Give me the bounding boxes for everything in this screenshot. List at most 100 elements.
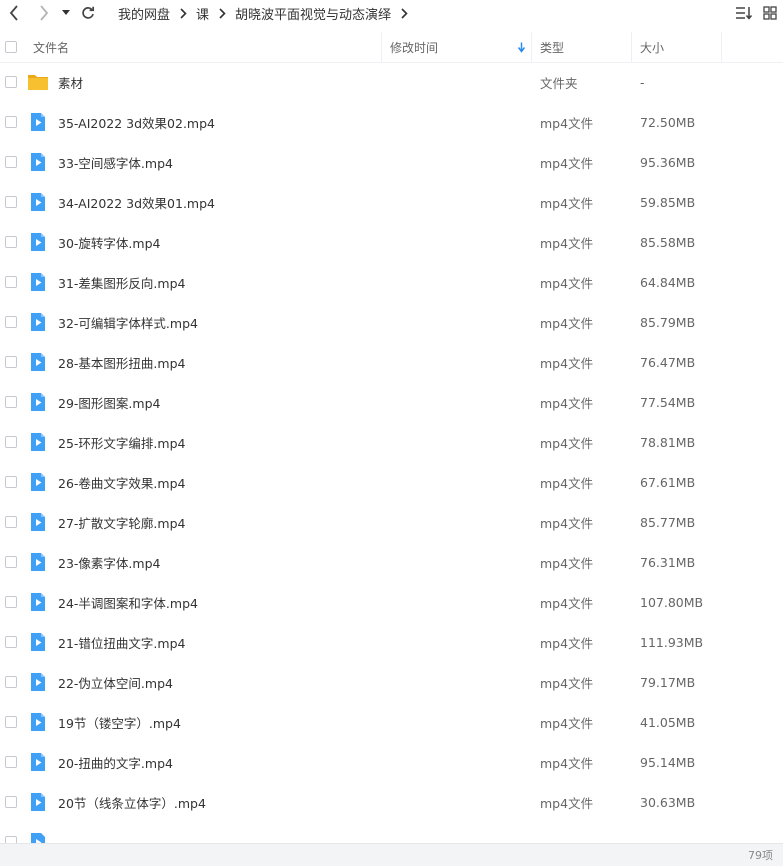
row-checkbox[interactable]	[5, 76, 17, 88]
row-checkbox[interactable]	[5, 596, 17, 608]
file-row[interactable]: 31-差集图形反向.mp4 mp4文件 64.84MB	[0, 262, 783, 302]
row-checkbox[interactable]	[5, 316, 17, 328]
file-row[interactable]: 22-伪立体空间.mp4 mp4文件 79.17MB	[0, 662, 783, 702]
toolbar: 我的网盘 课 胡晓波平面视觉与动态演绎	[0, 0, 783, 26]
file-row[interactable]: 27-扩散文字轮廓.mp4 mp4文件 85.77MB	[0, 502, 783, 542]
column-header-type[interactable]: 类型	[540, 32, 564, 62]
row-checkbox[interactable]	[5, 636, 17, 648]
file-size: 111.93MB	[640, 634, 704, 650]
chevron-right-icon	[40, 5, 49, 21]
file-name[interactable]: 31-差集图形反向.mp4	[58, 262, 185, 302]
file-type: mp4文件	[540, 275, 594, 291]
video-file-icon	[28, 112, 48, 132]
row-checkbox[interactable]	[5, 396, 17, 408]
video-file-icon	[28, 592, 48, 612]
row-checkbox[interactable]	[5, 196, 17, 208]
file-name[interactable]: 20-扭曲的文字.mp4	[58, 742, 173, 782]
file-size: 41.05MB	[640, 714, 696, 730]
video-file-icon	[28, 712, 48, 732]
select-all-checkbox[interactable]	[5, 32, 17, 62]
row-checkbox[interactable]	[5, 436, 17, 448]
breadcrumb-separator-icon	[215, 7, 229, 19]
row-checkbox[interactable]	[5, 676, 17, 688]
file-name[interactable]: 22-伪立体空间.mp4	[58, 662, 173, 702]
file-type: mp4文件	[540, 715, 594, 731]
file-type: mp4文件	[540, 635, 594, 651]
file-name[interactable]: 26-卷曲文字效果.mp4	[58, 462, 185, 502]
sort-button[interactable]	[731, 3, 757, 23]
row-checkbox[interactable]	[5, 516, 17, 528]
file-type: mp4文件	[540, 315, 594, 331]
file-name[interactable]: 30-旋转字体.mp4	[58, 222, 160, 262]
file-name[interactable]: 27-扩散文字轮廓.mp4	[58, 502, 185, 542]
file-row[interactable]: 35-AI2022 3d效果02.mp4 mp4文件 72.50MB	[0, 102, 783, 142]
file-type: mp4文件	[540, 195, 594, 211]
file-type: mp4文件	[540, 795, 594, 811]
item-count: 79项	[748, 849, 773, 862]
file-row[interactable]: 23-像素字体.mp4 mp4文件 76.31MB	[0, 542, 783, 582]
column-header-name[interactable]: 文件名	[33, 32, 69, 62]
file-name[interactable]: 25-环形文字编排.mp4	[58, 422, 185, 462]
file-name[interactable]: 35-AI2022 3d效果02.mp4	[58, 102, 215, 142]
file-list-header: 文件名 修改时间 类型 大小	[0, 32, 783, 63]
sort-desc-icon	[517, 32, 526, 62]
file-name[interactable]: 23-像素字体.mp4	[58, 542, 160, 582]
file-row[interactable]: 20节（线条立体字）.mp4 mp4文件 30.63MB	[0, 782, 783, 822]
file-name[interactable]: 19节（镂空字）.mp4	[58, 702, 181, 742]
row-checkbox[interactable]	[5, 796, 17, 808]
file-name[interactable]: 素材	[58, 62, 83, 102]
file-size: -	[640, 74, 645, 90]
row-checkbox[interactable]	[5, 756, 17, 768]
file-row[interactable]: 33-空间感字体.mp4 mp4文件 95.36MB	[0, 142, 783, 182]
file-row[interactable]: 28-基本图形扭曲.mp4 mp4文件 76.47MB	[0, 342, 783, 382]
row-checkbox[interactable]	[5, 476, 17, 488]
breadcrumb-item[interactable]: 我的网盘	[112, 4, 176, 23]
file-row[interactable]: 19节（镂空字）.mp4 mp4文件 41.05MB	[0, 702, 783, 742]
file-name[interactable]: 29-图形图案.mp4	[58, 382, 160, 422]
file-name[interactable]: 28-基本图形扭曲.mp4	[58, 342, 185, 382]
file-row[interactable]: 20-扭曲的文字.mp4 mp4文件 95.14MB	[0, 742, 783, 782]
file-row[interactable]: 21-错位扭曲文字.mp4 mp4文件 111.93MB	[0, 622, 783, 662]
row-checkbox[interactable]	[5, 276, 17, 288]
back-button[interactable]	[4, 3, 24, 23]
breadcrumb-separator-icon	[397, 7, 411, 19]
file-row[interactable]: 30-旋转字体.mp4 mp4文件 85.58MB	[0, 222, 783, 262]
breadcrumb-item[interactable]: 胡晓波平面视觉与动态演绎	[229, 4, 397, 23]
video-file-icon	[28, 432, 48, 452]
refresh-button[interactable]	[78, 3, 98, 23]
file-size: 95.14MB	[640, 754, 696, 770]
file-name[interactable]: 24-半调图案和字体.mp4	[58, 582, 198, 622]
file-name[interactable]: 34-AI2022 3d效果01.mp4	[58, 182, 215, 222]
video-file-icon	[28, 392, 48, 412]
file-row[interactable]: 26-卷曲文字效果.mp4 mp4文件 67.61MB	[0, 462, 783, 502]
file-size: 95.36MB	[640, 154, 696, 170]
file-type: mp4文件	[540, 435, 594, 451]
file-row[interactable]: 32-可编辑字体样式.mp4 mp4文件 85.79MB	[0, 302, 783, 342]
row-checkbox[interactable]	[5, 156, 17, 168]
row-checkbox[interactable]	[5, 836, 17, 843]
row-checkbox[interactable]	[5, 236, 17, 248]
file-row[interactable]: 素材 文件夹 -	[0, 62, 783, 102]
file-name[interactable]: 21-错位扭曲文字.mp4	[58, 622, 185, 662]
file-row[interactable]: 34-AI2022 3d效果01.mp4 mp4文件 59.85MB	[0, 182, 783, 222]
row-checkbox[interactable]	[5, 116, 17, 128]
row-checkbox[interactable]	[5, 556, 17, 568]
breadcrumb-item[interactable]: 课	[190, 4, 215, 23]
forward-button[interactable]	[34, 3, 54, 23]
file-name[interactable]: 20节（线条立体字）.mp4	[58, 782, 206, 822]
file-name[interactable]: 33-空间感字体.mp4	[58, 142, 173, 182]
column-header-size[interactable]: 大小	[640, 32, 664, 62]
file-size: 85.77MB	[640, 514, 696, 530]
history-dropdown-button[interactable]	[59, 3, 73, 23]
file-row[interactable]: 29-图形图案.mp4 mp4文件 77.54MB	[0, 382, 783, 422]
file-type: mp4文件	[540, 475, 594, 491]
row-checkbox[interactable]	[5, 356, 17, 368]
video-file-icon	[28, 232, 48, 252]
column-header-modified[interactable]: 修改时间	[390, 32, 438, 62]
grid-view-button[interactable]	[757, 3, 783, 23]
video-file-icon	[28, 672, 48, 692]
row-checkbox[interactable]	[5, 716, 17, 728]
file-name[interactable]: 32-可编辑字体样式.mp4	[58, 302, 198, 342]
file-row[interactable]: 25-环形文字编排.mp4 mp4文件 78.81MB	[0, 422, 783, 462]
file-row[interactable]: 24-半调图案和字体.mp4 mp4文件 107.80MB	[0, 582, 783, 622]
